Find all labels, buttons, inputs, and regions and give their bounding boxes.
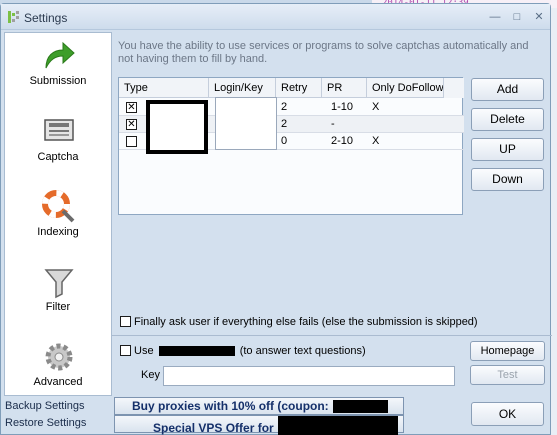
- row-pr: 1-10: [331, 101, 354, 113]
- test-button[interactable]: Test: [470, 365, 545, 385]
- sidebar-item-indexing[interactable]: Indexing: [5, 184, 111, 252]
- text-questions-option[interactable]: Use (to answer text questions): [120, 345, 366, 357]
- final-ask-checkbox[interactable]: [120, 316, 131, 327]
- row-pr: -: [331, 118, 335, 130]
- proxies-promo-text: Buy proxies with 10% off (coupon:: [132, 399, 329, 413]
- add-button[interactable]: Add: [471, 78, 544, 101]
- grid-header: Type Login/Key Retry PR Only DoFollow: [119, 78, 464, 98]
- sidebar-item-label: Filter: [45, 301, 71, 313]
- text-questions-suffix: (to answer text questions): [239, 345, 366, 357]
- key-label: Key: [141, 369, 160, 381]
- column-header-type[interactable]: Type: [119, 78, 209, 98]
- minimize-button[interactable]: —: [486, 10, 504, 24]
- sidebar-item-label: Submission: [29, 75, 87, 87]
- window-title: Settings: [24, 11, 68, 25]
- redacted-vps-provider: [278, 416, 399, 435]
- column-header-dofollow[interactable]: Only DoFollow: [367, 78, 444, 98]
- restore-settings-link[interactable]: Restore Settings: [5, 417, 86, 429]
- move-up-button[interactable]: UP: [471, 138, 544, 161]
- text-questions-checkbox[interactable]: [120, 345, 131, 356]
- redacted-service-name: [158, 346, 235, 357]
- sidebar-item-label: Captcha: [37, 151, 79, 163]
- vps-promo-text: Special VPS Offer for: [153, 421, 274, 435]
- row-checkbox[interactable]: ✕: [126, 119, 137, 130]
- row-checkbox[interactable]: [126, 136, 137, 147]
- key-input[interactable]: [163, 366, 455, 386]
- login-key-edit-box[interactable]: [215, 97, 277, 150]
- maximize-button[interactable]: □: [508, 10, 526, 24]
- close-button[interactable]: ✕: [530, 10, 548, 24]
- redacted-coupon-code: [333, 400, 389, 414]
- delete-button[interactable]: Delete: [471, 108, 544, 131]
- sidebar-item-submission[interactable]: Submission: [5, 33, 111, 101]
- lifebuoy-magnifier-icon: [42, 190, 75, 223]
- captcha-services-grid[interactable]: Type Login/Key Retry PR Only DoFollow ✕ …: [118, 77, 464, 215]
- settings-window: Settings — □ ✕ Submission Captcha Indexi…: [0, 3, 552, 435]
- ok-button[interactable]: OK: [471, 402, 544, 426]
- sidebar-item-label: Indexing: [37, 226, 79, 238]
- title-bar[interactable]: Settings — □ ✕: [1, 4, 550, 30]
- move-down-button[interactable]: Down: [471, 168, 544, 191]
- funnel-icon: [44, 269, 74, 299]
- final-ask-option[interactable]: Finally ask user if everything else fail…: [120, 316, 478, 328]
- app-icon: [8, 11, 19, 23]
- column-header-pr[interactable]: PR: [322, 78, 367, 98]
- row-retry: 2: [281, 118, 288, 130]
- row-retry: 2: [281, 101, 288, 113]
- sidebar-item-label: Advanced: [33, 376, 83, 388]
- sidebar-item-advanced[interactable]: Advanced: [5, 334, 111, 402]
- row-retry: 0: [281, 135, 288, 147]
- column-header-retry[interactable]: Retry: [276, 78, 322, 98]
- backup-settings-link[interactable]: Backup Settings: [5, 400, 85, 412]
- gear-icon: [45, 343, 73, 371]
- captcha-settings-panel: You have the ability to use services or …: [112, 32, 552, 396]
- redacted-type-names: [146, 100, 208, 154]
- final-ask-label: Finally ask user if everything else fail…: [134, 316, 478, 328]
- row-pr: 2-10: [331, 135, 354, 147]
- column-header-login-key[interactable]: Login/Key: [209, 78, 276, 98]
- sidebar-item-captcha[interactable]: Captcha: [5, 109, 111, 177]
- row-dofollow: X: [372, 101, 380, 113]
- sidebar: Submission Captcha Indexing Filter Advan…: [4, 32, 112, 396]
- section-divider: [112, 335, 552, 336]
- green-arrow-icon: [45, 41, 75, 69]
- captcha-description: You have the ability to use services or …: [118, 40, 529, 65]
- text-questions-prefix: Use: [134, 345, 154, 357]
- vps-promo-banner[interactable]: Special VPS Offer for: [114, 415, 404, 435]
- row-dofollow: [367, 116, 372, 133]
- row-dofollow: X: [372, 135, 380, 147]
- row-checkbox[interactable]: ✕: [126, 102, 137, 113]
- proxies-promo-banner[interactable]: Buy proxies with 10% off (coupon:: [114, 397, 404, 415]
- homepage-button[interactable]: Homepage: [470, 341, 545, 361]
- captcha-box-icon: [44, 119, 74, 141]
- sidebar-item-filter[interactable]: Filter: [5, 259, 111, 327]
